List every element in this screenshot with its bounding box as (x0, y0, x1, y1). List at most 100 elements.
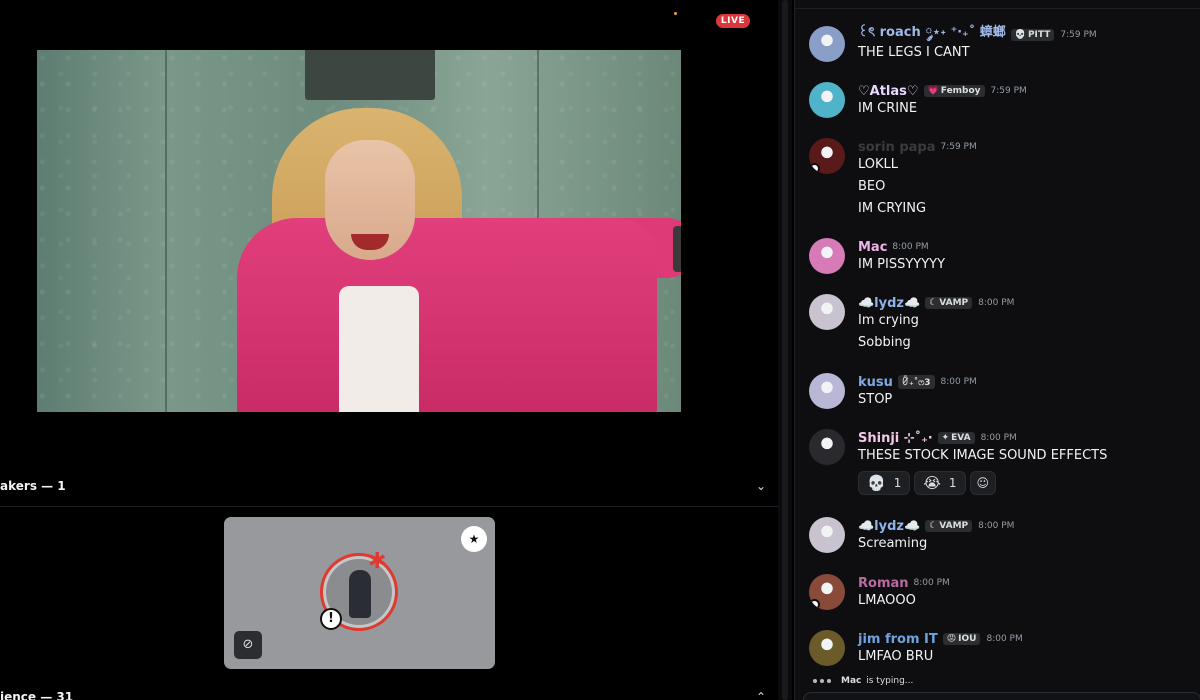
typing-indicator: Mac is typing... (813, 674, 913, 688)
username[interactable]: jim from IT (858, 632, 938, 647)
username[interactable]: ☁️lydz☁️ (858, 296, 920, 311)
avatar-person (349, 570, 371, 618)
typing-suffix: is typing... (866, 676, 914, 686)
status-icon (809, 599, 820, 610)
stream-video[interactable] (37, 50, 681, 412)
username[interactable]: ☁️lydz☁️ (858, 519, 920, 534)
avatar[interactable] (809, 373, 845, 409)
reaction-emoji: 😭 (923, 474, 941, 492)
timestamp: 8:00 PM (980, 433, 1017, 443)
timestamp: 7:59 PM (990, 86, 1027, 96)
timestamp: 7:59 PM (940, 142, 977, 152)
avatar[interactable] (809, 26, 845, 62)
reaction-count: 1 (893, 476, 902, 490)
section-divider (0, 506, 778, 507)
avatar[interactable] (809, 630, 845, 666)
timestamp: 7:59 PM (1060, 30, 1097, 40)
timestamp: 8:00 PM (892, 242, 929, 252)
speakers-section-header[interactable]: akers — 1 ⌄ (0, 471, 778, 501)
clan-tag[interactable]: 💗 Femboy (923, 85, 985, 97)
message-text: THESE STOCK IMAGE SOUND EFFECTS (858, 448, 1108, 463)
message-text: IM CRYING (858, 201, 927, 216)
speaker-tile[interactable]: ★ ✱ ! ⊘ (224, 517, 495, 669)
clan-tag[interactable]: ☾ VAMP (925, 520, 973, 532)
message-header: Roman 8:00 PM (858, 574, 950, 592)
muted-mic-icon[interactable]: ⊘ (234, 631, 262, 659)
warning-icon: ! (320, 608, 342, 630)
clan-tag[interactable]: 😡 IOU (942, 633, 981, 645)
reaction-bar: 💀 1 😭 1 ☺ (858, 471, 997, 495)
avatar[interactable] (809, 574, 845, 610)
message-header: ♡Atlas♡ 💗 Femboy 7:59 PM (858, 82, 1027, 100)
message-text: Screaming (858, 536, 928, 551)
sparkle-icon: ✦ (941, 433, 950, 443)
timestamp: 8:00 PM (940, 377, 977, 387)
username[interactable]: Roman (858, 576, 909, 591)
clan-tag[interactable]: 💀 PITT (1010, 29, 1055, 41)
stage-panel: LIVE akers — 1 ⌄ ★ ✱ ! ⊘ ience — 31 ⌃ (0, 0, 778, 700)
chevron-down-icon[interactable]: ⌄ (752, 477, 770, 495)
username[interactable]: sorin papa (858, 140, 935, 155)
avatar[interactable] (809, 238, 845, 274)
reaction-button[interactable]: 😭 1 (914, 471, 966, 495)
clan-tag-label: PITT (1027, 30, 1051, 40)
scrollbar-thumb[interactable] (782, 0, 788, 700)
live-badge: LIVE (716, 14, 750, 28)
timestamp: 8:00 PM (913, 578, 950, 588)
username[interactable]: Shinji ⊹˚₊‧ (858, 431, 933, 446)
username[interactable]: kusu (858, 375, 893, 390)
clan-tag[interactable]: ✦ EVA (937, 432, 975, 444)
stage-scrollbar[interactable] (778, 0, 792, 700)
message-header: Shinji ⊹˚₊‧ ✦ EVA 8:00 PM (858, 429, 1017, 447)
add-reaction-icon[interactable]: ☺ (969, 471, 997, 495)
message-text: LMAOOO (858, 593, 916, 608)
clan-tag-label: VAMP (939, 521, 969, 531)
message-input[interactable] (803, 692, 1200, 700)
clan-tag-label: VAMP (939, 298, 969, 308)
message-text: THE LEGS I CANT (858, 45, 970, 60)
avatar[interactable] (809, 429, 845, 465)
timestamp: 8:00 PM (978, 298, 1015, 308)
message-text: BEO (858, 179, 886, 194)
reaction-emoji: 💀 (867, 474, 886, 492)
clan-tag-label: ꀛ₊˚ෆ3 (901, 378, 931, 388)
clan-tag-label: Femboy (940, 86, 981, 96)
message-header: ☁️lydz☁️ ☾ VAMP 8:00 PM (858, 294, 1014, 312)
message-header: sorin papa 7:59 PM (858, 138, 977, 156)
username[interactable]: ♡Atlas♡ (858, 84, 919, 99)
crescent-icon: ☾ (929, 521, 938, 531)
avatar[interactable] (809, 294, 845, 330)
shield-icon[interactable]: ★ (461, 526, 487, 552)
video-figure-watch (673, 226, 681, 272)
message-text: Im crying (858, 313, 919, 328)
wall-seam (165, 50, 167, 412)
heart-icon: 💗 (927, 86, 939, 96)
video-figure-torso (237, 218, 657, 412)
message-text: STOP (858, 392, 893, 407)
message-text: IM PISSYYYYY (858, 257, 946, 272)
timestamp: 8:00 PM (986, 634, 1023, 644)
speakers-label: akers — 1 (0, 479, 66, 493)
message-text: Sobbing (858, 335, 911, 350)
clan-tag-label: EVA (951, 433, 971, 443)
clan-tag[interactable]: ꀛ₊˚ෆ3 (897, 375, 935, 389)
audience-label: ience — 31 (0, 690, 74, 700)
activity-dot (674, 12, 677, 15)
chat-top-divider (795, 8, 1200, 9)
chevron-up-icon[interactable]: ⌃ (752, 688, 770, 700)
avatar[interactable] (809, 138, 845, 174)
chat-panel: ꒰ৎ roach ༘⋆˖ ⁺‧₊˚ 蟑螂 💀 PITT 7:59 PM THE LEGS… (794, 0, 1200, 700)
timestamp: 8:00 PM (978, 521, 1015, 531)
wall-sign (305, 50, 435, 100)
angry-icon: 😡 (946, 634, 957, 644)
audience-section-header[interactable]: ience — 31 ⌃ (0, 682, 778, 700)
clan-tag[interactable]: ☾ VAMP (925, 297, 973, 309)
reaction-button[interactable]: 💀 1 (858, 471, 911, 495)
username[interactable]: Mac (858, 240, 887, 255)
message-text: LOKLL (858, 157, 899, 172)
message-header: kusu ꀛ₊˚ෆ3 8:00 PM (858, 373, 977, 391)
avatar[interactable] (809, 82, 845, 118)
clan-tag-label: IOU (958, 634, 977, 644)
avatar[interactable] (809, 517, 845, 553)
message-header: ☁️lydz☁️ ☾ VAMP 8:00 PM (858, 517, 1014, 535)
